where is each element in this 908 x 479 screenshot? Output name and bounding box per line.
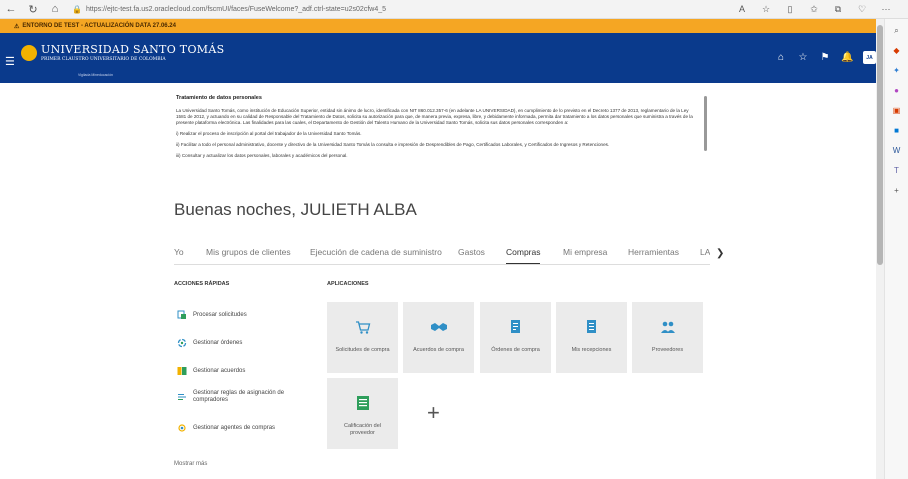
menu-icon[interactable]: ☰ [5, 55, 15, 68]
home-browser-icon[interactable]: ⌂ [44, 0, 66, 19]
shopping-icon[interactable]: ◆ [890, 45, 904, 57]
games-icon[interactable]: ● [890, 85, 904, 97]
document-icon [508, 319, 524, 335]
user-avatar[interactable]: JA [863, 51, 876, 64]
greeting-title: Buenas noches, JULIETH ALBA [174, 200, 417, 219]
tile-label: Acuerdos de compra [413, 347, 464, 353]
privacy-title: Tratamiento de datos personales [176, 95, 262, 101]
outlook-icon[interactable]: ■ [890, 125, 904, 137]
tile-label: Órdenes de compra [491, 347, 540, 353]
agents-icon [177, 423, 187, 433]
bell-icon[interactable]: 🔔 [841, 52, 853, 63]
tab-herramientas[interactable]: Herramientas [628, 246, 679, 263]
banner-text: ENTORNO DE TEST - ACTUALIZACIÓN DATA 27.… [22, 23, 176, 29]
extensions-icon[interactable]: ♡ [852, 4, 872, 15]
tile-label: Mis recepciones [571, 347, 612, 353]
privacy-paragraph: La Universidad Santo Tomás, como institu… [176, 108, 693, 125]
test-environment-banner: ⚠ ENTORNO DE TEST - ACTUALIZACIÓN DATA 2… [0, 19, 876, 33]
quick-action-label: Gestionar reglas de asignación de compra… [193, 390, 285, 403]
orders-cycle-icon [177, 338, 187, 348]
handshake-icon [431, 319, 447, 335]
agreements-icon [177, 366, 187, 376]
university-tagline: Vigilada Mineducación [78, 73, 113, 77]
quick-action-procesar-solicitudes[interactable]: Procesar solicitudes [177, 310, 307, 320]
address-bar[interactable]: 🔒 https://ejtc-test.fa.us2.oraclecloud.c… [72, 5, 732, 14]
navigator-tabs: Yo Mis grupos de clientes Ejecución de c… [174, 246, 710, 265]
tab-compras[interactable]: Compras [506, 246, 541, 265]
home-icon[interactable]: ⌂ [775, 52, 787, 63]
tile-mis-recepciones[interactable]: Mis recepciones [556, 302, 627, 373]
quick-action-label: Gestionar agentes de compras [193, 424, 276, 431]
tab-gastos[interactable]: Gastos [458, 246, 485, 263]
tile-label: Proveedores [651, 347, 684, 353]
receipt-icon [584, 319, 600, 335]
quick-action-label: Gestionar acuerdos [193, 367, 246, 374]
browser-sidebar: ⌕ ◆ ✦ ● ▣ ■ W T + [884, 19, 908, 479]
people-icon [660, 319, 676, 335]
page-scrollbar[interactable] [876, 19, 884, 479]
university-name: UNIVERSIDAD SANTO TOMÁS [41, 43, 225, 56]
flag-icon[interactable]: ⚑ [819, 52, 831, 63]
warning-icon: ⚠ [14, 23, 20, 30]
tab-ejecucion[interactable]: Ejecución de cadena de suministro [310, 246, 442, 263]
cart-list-icon [177, 310, 187, 320]
privacy-notice: Tratamiento de datos personales La Unive… [170, 92, 709, 178]
tile-acuerdos-compra[interactable]: Acuerdos de compra [403, 302, 474, 373]
favorites-icon[interactable]: ✩ [804, 4, 824, 15]
collections-icon[interactable]: ⧉ [828, 4, 848, 15]
university-subtitle: PRIMER CLAUSTRO UNIVERSITARIO DE COLOMBI… [41, 57, 166, 62]
tile-proveedores[interactable]: Proveedores [632, 302, 703, 373]
shopping-cart-icon [355, 319, 371, 335]
quick-action-reglas-asignacion[interactable]: Gestionar reglas de asignación de compra… [177, 390, 307, 404]
favorites-star-icon[interactable]: ☆ [797, 52, 809, 63]
scrollbar-thumb[interactable] [877, 25, 883, 265]
app-header: ☰ UNIVERSIDAD SANTO TOMÁS PRIMER CLAUSTR… [0, 33, 876, 83]
back-icon[interactable]: ← [0, 0, 22, 19]
tile-label: Solicitudes de compra [335, 347, 390, 353]
favorite-icon[interactable]: ☆ [756, 4, 776, 15]
word-icon[interactable]: W [890, 145, 904, 157]
add-app-icon[interactable]: + [427, 400, 440, 426]
add-icon[interactable]: + [890, 185, 904, 197]
scorecard-icon [355, 395, 371, 411]
quick-actions-label: ACCIONES RÁPIDAS [174, 281, 230, 287]
privacy-paragraph: i) Realizar el proceso de inscripción al… [176, 131, 362, 136]
more-icon[interactable]: ··· [876, 4, 896, 15]
apps-label: APLICACIONES [327, 281, 369, 287]
privacy-paragraph: iii) Consultar y actualizar los datos pe… [176, 153, 348, 158]
tabs-divider [174, 264, 710, 265]
office-icon[interactable]: ▣ [890, 105, 904, 117]
tab-yo[interactable]: Yo [174, 246, 184, 263]
rules-icon [177, 392, 187, 402]
tools-icon[interactable]: ✦ [890, 65, 904, 77]
read-aloud-icon[interactable]: A [732, 4, 752, 15]
reload-icon[interactable]: ↻ [22, 0, 44, 19]
quick-action-label: Procesar solicitudes [193, 311, 247, 318]
quick-action-label: Gestionar órdenes [193, 339, 243, 346]
privacy-paragraph: ii) Facilitar a todo el personal adminis… [176, 142, 610, 147]
show-more-link[interactable]: Mostrar más [174, 461, 207, 467]
tab-la[interactable]: LA [700, 246, 710, 263]
privacy-scrollbar[interactable] [704, 96, 707, 151]
privacy-body: La Universidad Santo Tomás, como institu… [176, 108, 696, 164]
url-text: https://ejtc-test.fa.us2.oraclecloud.com… [85, 5, 387, 13]
search-icon[interactable]: ⌕ [890, 25, 904, 37]
tile-solicitudes-compra[interactable]: Solicitudes de compra [327, 302, 398, 373]
chevron-right-icon[interactable]: ❯ [716, 248, 724, 259]
split-icon[interactable]: ▯ [780, 4, 800, 15]
quick-action-gestionar-acuerdos[interactable]: Gestionar acuerdos [177, 366, 307, 376]
university-seal-icon [21, 45, 37, 61]
quick-action-gestionar-ordenes[interactable]: Gestionar órdenes [177, 338, 307, 348]
tile-calificacion-proveedor[interactable]: Calificación del proveedor [327, 378, 398, 449]
lock-icon: 🔒 [72, 4, 82, 14]
tab-mis-grupos[interactable]: Mis grupos de clientes [206, 246, 291, 263]
tab-mi-empresa[interactable]: Mi empresa [563, 246, 607, 263]
browser-toolbar: ← ↻ ⌂ 🔒 https://ejtc-test.fa.us2.oraclec… [0, 0, 908, 19]
teams-icon[interactable]: T [890, 165, 904, 177]
tile-label: Calificación del proveedor [344, 423, 381, 436]
tile-ordenes-compra[interactable]: Órdenes de compra [480, 302, 551, 373]
quick-action-agentes-compras[interactable]: Gestionar agentes de compras [177, 423, 307, 433]
